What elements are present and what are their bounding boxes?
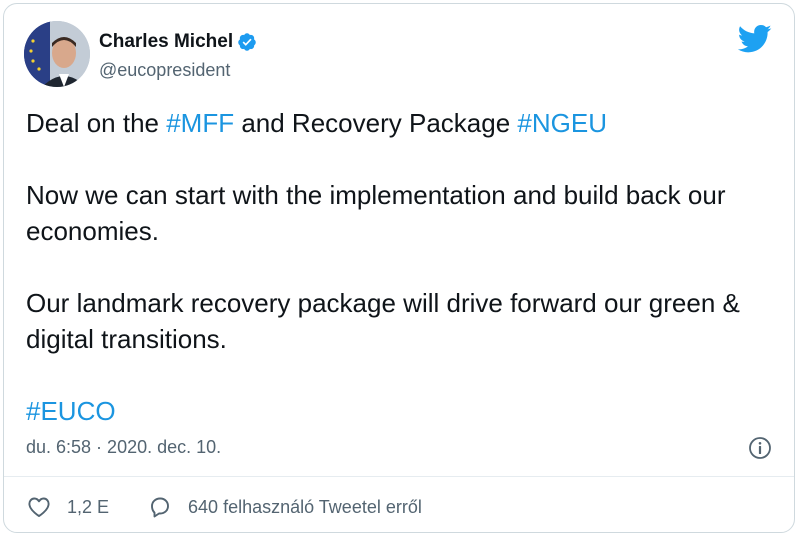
reply-label: 640 felhasználó Tweetel erről (188, 496, 422, 517)
avatar[interactable] (24, 21, 90, 87)
verified-badge-icon (238, 33, 256, 51)
divider (4, 476, 794, 477)
tweet-line-2: Now we can start with the implementation… (26, 180, 726, 246)
heart-icon (28, 497, 50, 517)
tweet-text-segment: Deal on the (26, 108, 167, 138)
tweet-text: Deal on the #MFF and Recovery Package #N… (26, 105, 776, 429)
author-handle[interactable]: @eucopresident (99, 60, 230, 81)
avatar-image (24, 21, 90, 87)
like-button[interactable]: 1,2 E (26, 495, 109, 519)
author-name[interactable]: Charles Michel (99, 31, 233, 53)
tweet-card: Charles Michel @eucopresident Deal on th… (3, 3, 795, 533)
hashtag-link-ngeu[interactable]: #NGEU (517, 108, 607, 138)
info-icon[interactable] (748, 436, 772, 460)
tweet-actions: 1,2 E 640 felhasználó Tweetel erről (26, 495, 422, 519)
tweet-line-1: Deal on the #MFF and Recovery Package #N… (26, 105, 776, 141)
tweet-line-3: Our landmark recovery package will drive… (26, 288, 740, 354)
hashtag-link-mff[interactable]: #MFF (166, 108, 234, 138)
twitter-bird-icon[interactable] (738, 24, 772, 54)
reply-button[interactable]: 640 felhasználó Tweetel erről (147, 495, 422, 519)
tweet-line-4: #EUCO (26, 393, 776, 429)
comment-icon (151, 497, 169, 518)
tweet-timestamp[interactable]: du. 6:58 · 2020. dec. 10. (26, 437, 221, 458)
author-name-row[interactable]: Charles Michel (99, 31, 257, 53)
hashtag-link-euco[interactable]: #EUCO (26, 396, 116, 426)
like-count: 1,2 E (67, 496, 110, 517)
tweet-text-segment: and Recovery Package (234, 108, 518, 138)
